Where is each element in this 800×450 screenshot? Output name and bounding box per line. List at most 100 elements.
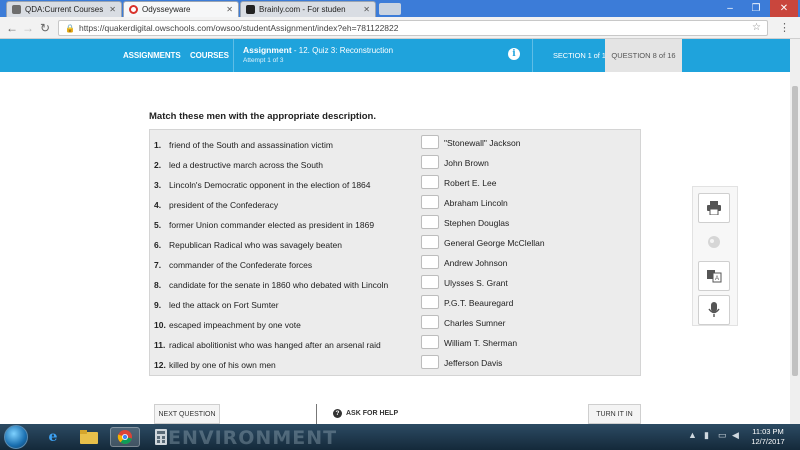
answer-dropbox[interactable] <box>421 175 439 189</box>
turn-it-in-button[interactable]: TURN IT IN <box>588 404 641 424</box>
answer-choice[interactable]: Ulysses S. Grant <box>444 278 508 288</box>
answer-choice[interactable]: William T. Sherman <box>444 338 517 348</box>
match-row: 6. Republican Radical who was savagely be… <box>150 235 640 255</box>
microphone-icon[interactable] <box>698 295 730 325</box>
address-bar[interactable]: 🔒 https://quakerdigital.owschools.com/ow… <box>58 20 768 36</box>
app-header: ASSIGNMENTS COURSES Assignment - 12. Qui… <box>0 39 790 72</box>
file-explorer-icon[interactable] <box>74 427 104 447</box>
close-tab-icon[interactable]: ✕ <box>222 5 233 14</box>
assignment-label: Assignment <box>243 45 292 55</box>
lock-icon: 🔒 <box>65 23 75 33</box>
item-description: radical abolitionist who was hanged afte… <box>169 340 381 350</box>
browser-tab-odysseyware[interactable]: Odysseyware ✕ <box>123 1 239 17</box>
answer-dropbox[interactable] <box>421 295 439 309</box>
match-row: 5. former Union commander elected as pres… <box>150 215 640 235</box>
answer-choice[interactable]: John Brown <box>444 158 489 168</box>
answer-choice[interactable]: Stephen Douglas <box>444 218 509 228</box>
answer-choice[interactable]: Andrew Johnson <box>444 258 507 268</box>
header-divider <box>532 39 533 72</box>
answer-dropbox[interactable] <box>421 255 439 269</box>
item-description: escaped impeachment by one vote <box>169 320 301 330</box>
answer-dropbox[interactable] <box>421 195 439 209</box>
browser-tab-brainly[interactable]: Brainly.com - For studen ✕ <box>240 1 376 17</box>
browser-tab-qda[interactable]: QDA:Current Courses ✕ <box>6 1 122 17</box>
match-row: 4. president of the Confederacy Abraham Li… <box>150 195 640 215</box>
close-tab-icon[interactable]: ✕ <box>105 5 116 14</box>
header-divider <box>233 39 234 72</box>
match-row: 10. escaped impeachment by one vote Charle… <box>150 315 640 335</box>
answer-dropbox[interactable] <box>421 155 439 169</box>
answer-dropbox[interactable] <box>421 275 439 289</box>
internet-explorer-icon[interactable]: e <box>38 427 68 447</box>
browser-menu-icon[interactable]: ⋮ <box>779 21 790 34</box>
question-indicator[interactable]: QUESTION 8 of 16 <box>605 39 682 72</box>
bookmark-star-icon[interactable]: ☆ <box>752 22 761 33</box>
next-question-button[interactable]: NEXT QUESTION <box>154 404 220 424</box>
maximize-icon[interactable]: ❐ <box>744 0 768 17</box>
translate-icon[interactable]: A <box>698 261 730 291</box>
answer-dropbox[interactable] <box>421 335 439 349</box>
answer-dropbox[interactable] <box>421 215 439 229</box>
calculator-icon[interactable] <box>146 427 176 447</box>
answer-choice[interactable]: General George McClellan <box>444 238 545 248</box>
answer-choice[interactable]: "Stonewall" Jackson <box>444 138 520 148</box>
answer-dropbox[interactable] <box>421 315 439 329</box>
nav-courses[interactable]: COURSES <box>190 51 229 60</box>
answer-choice[interactable]: Jefferson Davis <box>444 358 502 368</box>
answer-choice[interactable]: Robert E. Lee <box>444 178 496 188</box>
item-number: 1. <box>154 140 162 150</box>
ask-for-help-button[interactable]: ? ASK FOR HELP <box>333 409 398 418</box>
item-number: 9. <box>154 300 162 310</box>
tab-title: QDA:Current Courses <box>25 5 104 14</box>
match-row: 9. led the attack on Fort Sumter P.G.T. Be… <box>150 295 640 315</box>
minimize-icon[interactable]: – <box>718 0 742 17</box>
taskbar-clock[interactable]: 11:03 PM 12/7/2017 <box>748 427 788 447</box>
close-window-icon[interactable]: ✕ <box>770 0 798 17</box>
tray-arrow-icon[interactable]: ▲ <box>688 430 697 440</box>
item-description: friend of the South and assassination vi… <box>169 140 333 150</box>
item-description: led the attack on Fort Sumter <box>169 300 279 310</box>
info-icon[interactable]: i <box>508 48 520 60</box>
match-row: 12. killed by one of his own men Jefferson… <box>150 355 640 375</box>
answer-dropbox[interactable] <box>421 135 439 149</box>
start-button[interactable] <box>4 425 28 449</box>
scrollbar-thumb[interactable] <box>792 86 798 376</box>
match-row: 1. friend of the South and assassination … <box>150 135 640 155</box>
matching-question: 1. friend of the South and assassination … <box>149 129 641 376</box>
brainly-favicon-icon <box>246 5 255 14</box>
match-row: 8. candidate for the senate in 1860 who d… <box>150 275 640 295</box>
answer-choice[interactable]: P.G.T. Beauregard <box>444 298 513 308</box>
close-tab-icon[interactable]: ✕ <box>359 5 370 14</box>
answer-choice[interactable]: Abraham Lincoln <box>444 198 508 208</box>
assignment-title: Assignment - 12. Quiz 3: Reconstruction <box>243 45 393 55</box>
section-indicator[interactable]: SECTION 1 of 1 <box>553 51 606 60</box>
new-tab-button[interactable] <box>379 3 401 15</box>
printer-icon[interactable] <box>698 193 730 223</box>
clock-date: 12/7/2017 <box>751 437 785 446</box>
answer-choice[interactable]: Charles Sumner <box>444 318 505 328</box>
ask-for-help-label: ASK FOR HELP <box>346 410 399 417</box>
nav-assignments[interactable]: ASSIGNMENTS <box>123 51 181 60</box>
tab-title: Brainly.com - For studen <box>259 5 346 14</box>
item-description: Republican Radical who was savagely beat… <box>169 240 342 250</box>
url-text: https://quakerdigital.owschools.com/owso… <box>78 23 399 33</box>
item-description: former Union commander elected as presid… <box>169 220 375 230</box>
volume-icon[interactable]: ◀ <box>732 430 739 441</box>
item-number: 11. <box>154 340 166 350</box>
battery-icon[interactable]: ▭ <box>718 430 727 441</box>
item-number: 10. <box>154 320 166 330</box>
item-description: commander of the Confederate forces <box>169 260 313 270</box>
answer-dropbox[interactable] <box>421 235 439 249</box>
globe-icon <box>698 227 730 257</box>
item-description: led a destructive march across the South <box>169 160 324 170</box>
odysseyware-favicon-icon <box>129 5 138 14</box>
question-actions: NEXT QUESTION ? ASK FOR HELP TURN IT IN <box>149 404 641 424</box>
forward-arrow-icon[interactable]: → <box>21 21 35 35</box>
network-icon[interactable]: ▮ <box>704 430 709 441</box>
item-number: 4. <box>154 200 162 210</box>
back-arrow-icon[interactable]: ← <box>5 21 19 35</box>
chrome-icon[interactable] <box>110 427 140 447</box>
reload-icon[interactable]: ↻ <box>38 21 52 35</box>
answer-dropbox[interactable] <box>421 355 439 369</box>
item-number: 3. <box>154 180 162 190</box>
